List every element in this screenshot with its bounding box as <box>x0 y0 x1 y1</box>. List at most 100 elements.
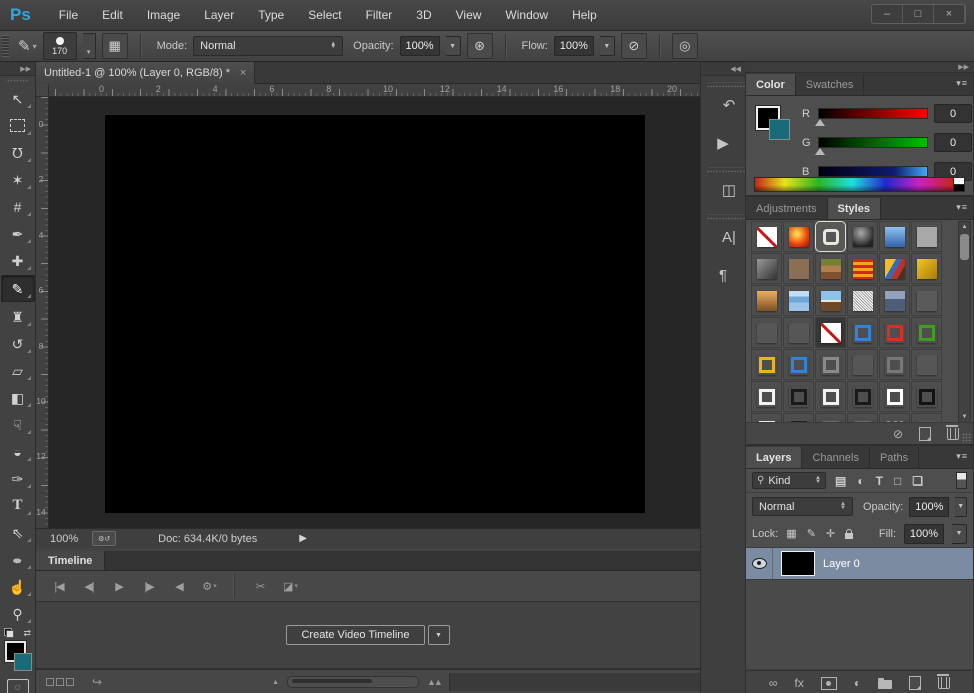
style-swatch[interactable] <box>815 349 846 380</box>
panel-tab[interactable]: Channels <box>802 447 869 468</box>
slider-thumb-icon[interactable] <box>815 148 825 155</box>
previous-frame-button[interactable]: ◀| <box>76 574 102 598</box>
panel-tab[interactable]: Adjustments <box>746 198 828 219</box>
rectangular-marquee-tool[interactable]: □ <box>2 113 34 138</box>
style-swatch[interactable] <box>879 253 910 284</box>
create-video-timeline-button[interactable]: Create Video Timeline <box>286 625 424 645</box>
eyedropper-tool[interactable]: ✒ <box>2 221 34 246</box>
channel-slider[interactable] <box>818 166 928 177</box>
filter-type-layers-icon[interactable]: T <box>876 474 883 488</box>
add-layer-mask-icon[interactable] <box>821 677 837 690</box>
flow-dropdown[interactable]: ▼ <box>600 36 615 56</box>
new-layer-icon[interactable] <box>909 676 921 690</box>
style-none[interactable] <box>815 317 846 348</box>
minimize-button[interactable]: – <box>872 5 903 23</box>
sync-status-icon[interactable]: ⚙↺ <box>92 531 116 546</box>
style-swatch[interactable] <box>879 381 910 412</box>
layer-visibility-toggle[interactable] <box>746 548 773 579</box>
style-swatch[interactable] <box>911 349 942 380</box>
filter-pixel-layers-icon[interactable]: ▤ <box>835 474 846 488</box>
panel-menu-icon[interactable]: ▾≡ <box>956 78 968 89</box>
layer-effects-icon[interactable]: fx <box>794 676 803 690</box>
opacity-value[interactable]: 100% <box>400 36 440 56</box>
new-group-icon[interactable] <box>878 677 892 689</box>
timeline-zoom-out-icon[interactable]: ▲ <box>272 679 279 686</box>
scroll-down-icon[interactable]: ▼ <box>959 414 970 420</box>
style-swatch[interactable] <box>783 349 814 380</box>
timeline-mode-dropdown[interactable]: ▼ <box>428 625 450 645</box>
slider-thumb-icon[interactable] <box>815 119 825 126</box>
style-swatch[interactable] <box>911 381 942 412</box>
move-tool[interactable]: ↖ <box>2 86 34 111</box>
paragraph-panel-icon[interactable]: ¶ <box>701 257 745 293</box>
panel-menu-icon[interactable]: ▾≡ <box>956 202 968 213</box>
background-color-swatch[interactable] <box>14 653 32 671</box>
style-swatch[interactable] <box>751 349 782 380</box>
scroll-up-icon[interactable]: ▲ <box>959 224 970 230</box>
style-swatch[interactable] <box>847 285 878 316</box>
lock-paint-icon[interactable]: ✎ <box>807 527 816 540</box>
timeline-settings-button[interactable]: ⚙ <box>196 574 222 598</box>
panel-tab[interactable]: Styles <box>828 198 881 219</box>
style-swatch[interactable] <box>751 285 782 316</box>
link-layers-icon[interactable]: ∞ <box>769 676 778 690</box>
style-swatch[interactable] <box>847 253 878 284</box>
menu-item[interactable]: 3D <box>404 0 443 30</box>
channel-value-field[interactable]: 0 <box>934 133 972 152</box>
zoom-tool[interactable]: ⚲ <box>2 601 34 626</box>
brush-preset-picker[interactable]: 170 <box>43 32 77 60</box>
style-swatch[interactable] <box>815 221 846 252</box>
quick-mask-button[interactable]: ◌ <box>7 679 29 693</box>
swap-colors-icon[interactable]: ⇄ <box>23 628 31 639</box>
menu-item[interactable]: Layer <box>192 0 246 30</box>
style-swatch[interactable] <box>879 317 910 348</box>
play-button[interactable]: ▶ <box>106 574 132 598</box>
style-swatch[interactable] <box>783 317 814 348</box>
style-swatch[interactable] <box>847 317 878 348</box>
layer-row[interactable]: Layer 0 <box>746 547 973 580</box>
filtering-toggle[interactable] <box>956 472 967 489</box>
blend-mode-select[interactable]: Normal ▲▼ <box>193 36 343 56</box>
style-swatch[interactable] <box>879 221 910 252</box>
maximize-button[interactable]: □ <box>903 5 934 23</box>
pressure-size-icon[interactable]: ◎ <box>672 33 698 59</box>
style-swatch[interactable] <box>815 253 846 284</box>
menu-item[interactable]: Image <box>135 0 192 30</box>
background-color-swatch[interactable] <box>769 119 790 140</box>
style-swatch[interactable] <box>911 285 942 316</box>
style-swatch[interactable] <box>911 253 942 284</box>
style-swatch[interactable] <box>879 349 910 380</box>
vertical-ruler[interactable]: 02468101214 <box>36 97 49 528</box>
style-swatch[interactable] <box>783 221 814 252</box>
pressure-opacity-icon[interactable]: ⊘ <box>621 33 647 59</box>
filter-shape-layers-icon[interactable]: □ <box>894 474 901 488</box>
menu-item[interactable]: Filter <box>354 0 405 30</box>
spot-healing-brush-tool[interactable]: ✚ <box>2 248 34 273</box>
new-adjustment-layer-icon[interactable]: ◐ <box>854 676 861 690</box>
ellipse-tool[interactable]: ● <box>2 547 34 572</box>
next-frame-button[interactable]: |▶ <box>136 574 162 598</box>
style-swatch[interactable] <box>911 221 942 252</box>
style-swatch[interactable] <box>751 317 782 348</box>
airbrush-toggle-icon[interactable]: ⊛ <box>467 33 493 59</box>
dodge-tool[interactable]: ◒ <box>2 439 34 464</box>
panel-tab[interactable]: Layers <box>746 447 802 468</box>
channel-slider[interactable] <box>818 137 928 148</box>
status-options-arrow-icon[interactable]: ▶ <box>299 533 307 544</box>
current-tool-icon[interactable]: ✎▾ <box>18 37 37 55</box>
pen-tool[interactable]: ✑ <box>2 466 34 491</box>
channel-slider[interactable] <box>818 108 928 119</box>
panel-tab[interactable]: Color <box>746 74 796 95</box>
clone-stamp-tool[interactable]: ♜ <box>2 304 34 329</box>
default-colors-icon[interactable] <box>4 628 14 638</box>
style-swatch[interactable] <box>879 285 910 316</box>
lock-position-icon[interactable]: ✛ <box>826 527 835 540</box>
menu-item[interactable]: View <box>444 0 494 30</box>
document-tab[interactable]: Untitled-1 @ 100% (Layer 0, RGB/8) * × <box>36 62 255 84</box>
style-swatch[interactable] <box>783 253 814 284</box>
timeline-zoom-in-icon[interactable]: ▲▲ <box>427 677 441 687</box>
layer-blend-mode-select[interactable]: Normal ▲▼ <box>752 497 853 516</box>
hand-tool[interactable]: ☝ <box>2 574 34 599</box>
style-swatch[interactable] <box>783 285 814 316</box>
first-frame-button[interactable]: |◀ <box>46 574 72 598</box>
